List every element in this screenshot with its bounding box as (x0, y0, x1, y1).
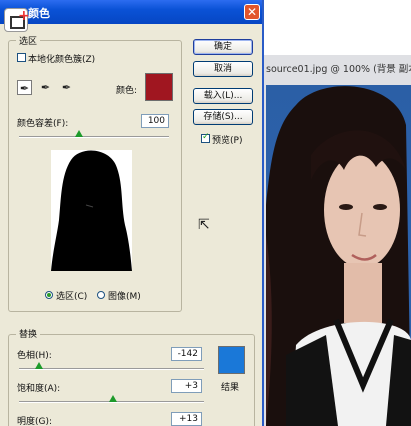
localized-clusters-checkbox[interactable] (17, 53, 26, 62)
fuzziness-label: 颜色容差(F): (17, 119, 69, 129)
lightness-input[interactable]: +13 (171, 412, 202, 426)
app-icon: + (4, 8, 30, 32)
ok-button[interactable]: 确定 (193, 39, 253, 55)
preview-checkbox-label: 预览(P) (212, 136, 243, 146)
selection-preview (51, 150, 132, 271)
hue-slider-track[interactable] (19, 368, 204, 370)
hue-label: 色相(H): (17, 351, 52, 361)
dialog-titlebar[interactable]: 颜色 ✕ (0, 0, 262, 24)
fuzziness-slider-thumb[interactable] (75, 130, 83, 137)
eyedropper-icon[interactable]: ✒ (17, 80, 32, 95)
replace-group-label: 替换 (16, 327, 41, 340)
selection-radio[interactable] (45, 291, 53, 299)
localized-clusters-label: 本地化颜色簇(Z) (28, 55, 96, 65)
eyedropper-plus-icon[interactable]: ✒ (38, 80, 53, 95)
saturation-slider-thumb[interactable] (109, 395, 117, 402)
saturation-label: 饱和度(A): (17, 384, 61, 394)
close-icon[interactable]: ✕ (244, 4, 260, 20)
fuzziness-input[interactable]: 100 (141, 114, 169, 128)
document-canvas[interactable] (266, 85, 411, 426)
eyedropper-minus-icon[interactable]: ✒ (59, 80, 74, 95)
color-replace-dialog: 颜色 ✕ 选区 本地化颜色簇(Z) ✒ ✒ ✒ 颜色: 颜色容差(F): 100… (0, 0, 264, 426)
document-title: source01.jpg @ 100% (背景 副本, (266, 64, 411, 75)
image-radio[interactable] (97, 291, 105, 299)
color-label: 颜色: (116, 86, 138, 96)
selection-group-label: 选区 (16, 34, 41, 47)
save-button[interactable]: 存储(S)... (193, 109, 253, 125)
document-window: source01.jpg @ 100% (背景 副本, (262, 55, 411, 426)
dialog-title: 颜色 (28, 7, 50, 20)
selection-mask-image (51, 150, 132, 271)
result-label: 结果 (221, 383, 240, 393)
preview-checkbox[interactable] (201, 132, 210, 143)
image-radio-label: 图像(M) (108, 292, 141, 302)
result-color-swatch[interactable] (218, 346, 245, 374)
mouse-cursor-icon: ⇱ (198, 217, 210, 233)
load-button[interactable]: 载入(L)... (193, 88, 253, 104)
lightness-label: 明度(G): (17, 417, 53, 426)
picked-color-swatch[interactable] (145, 73, 173, 101)
hue-slider-thumb[interactable] (35, 362, 43, 369)
hue-input[interactable]: -142 (171, 347, 202, 361)
selection-radio-label: 选区(C) (56, 292, 88, 302)
screen: source01.jpg @ 100% (背景 副本, 颜色 ✕ 选区 本地化颜… (0, 0, 411, 426)
cancel-button[interactable]: 取消 (193, 61, 253, 77)
portrait-photo (266, 86, 411, 426)
fuzziness-slider-track[interactable] (19, 136, 169, 138)
saturation-input[interactable]: +3 (171, 379, 202, 393)
